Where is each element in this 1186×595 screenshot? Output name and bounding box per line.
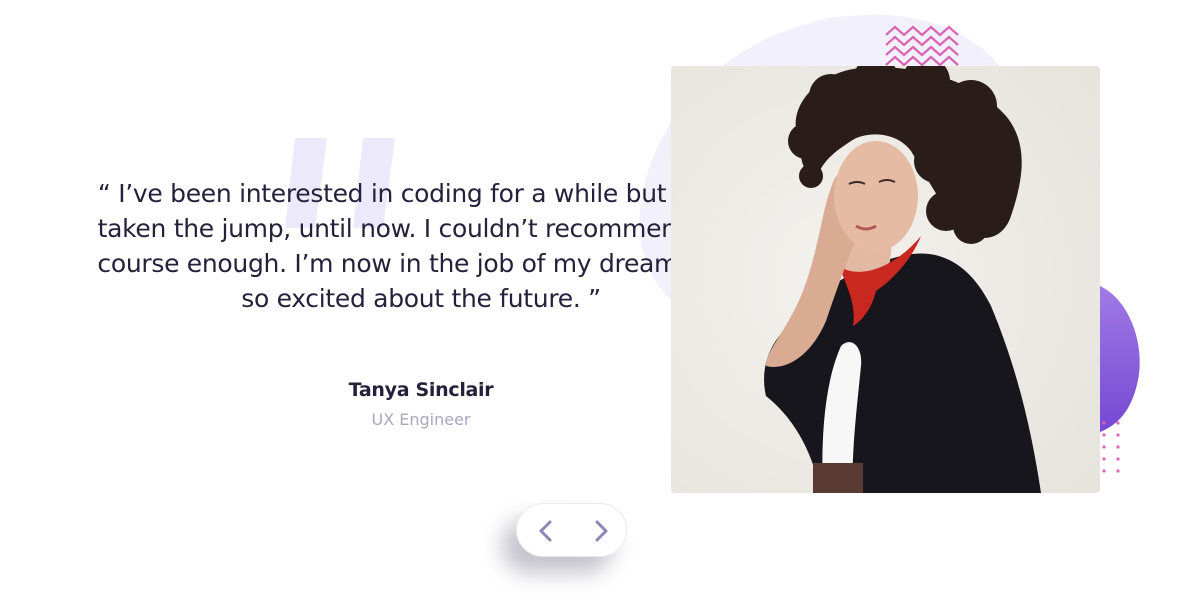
chevron-right-icon (595, 520, 608, 542)
previous-button[interactable] (532, 516, 562, 546)
testimonial-quote: “ I’ve been interested in coding for a w… (97, 179, 745, 313)
testimonial-navigation (516, 503, 627, 557)
next-button[interactable] (585, 516, 615, 546)
chevron-left-icon (539, 520, 552, 542)
author-name: Tanya Sinclair (348, 379, 494, 401)
author-photo (671, 66, 1100, 493)
author-role: UX Engineer (371, 410, 471, 429)
purple-blob (1100, 286, 1140, 432)
